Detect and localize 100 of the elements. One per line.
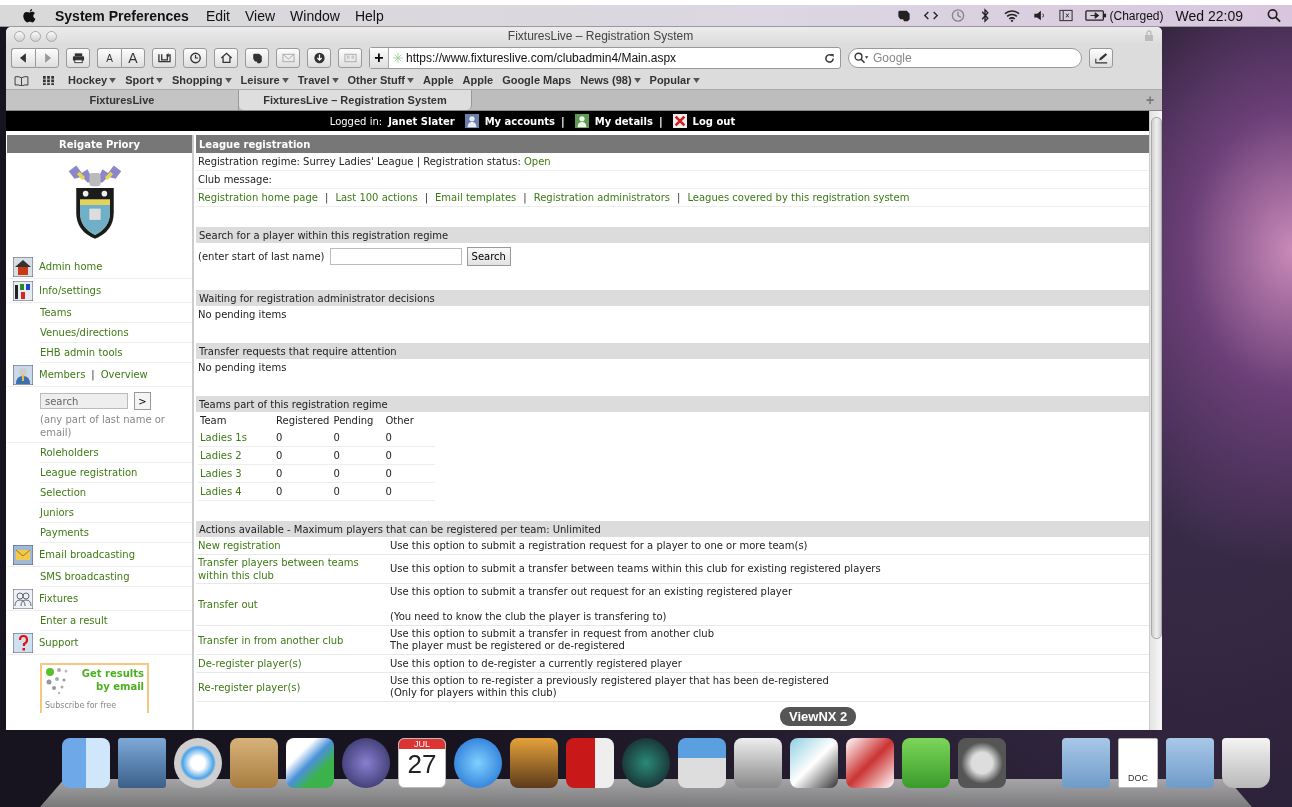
- menu-item[interactable]: Help: [354, 7, 384, 24]
- bookmark-item[interactable]: Google Maps: [502, 74, 572, 86]
- bookmark-item[interactable]: Apple: [462, 74, 494, 86]
- sidebar-link[interactable]: Overview: [100, 369, 148, 380]
- bookmark-item[interactable]: Hockey: [68, 74, 117, 86]
- action-link[interactable]: Transfer players between teams within this club: [198, 556, 388, 582]
- elephant-button[interactable]: [245, 48, 269, 68]
- scrollbar[interactable]: [1149, 111, 1162, 730]
- caret-icon: [331, 77, 339, 83]
- calendar-icon[interactable]: JUL 27: [398, 738, 446, 788]
- team-link[interactable]: Ladies 1s: [198, 429, 274, 447]
- notice-text: No pending items: [198, 309, 287, 320]
- sidebar-link[interactable]: Payments: [40, 527, 89, 538]
- document-icon[interactable]: DOC: [1118, 738, 1158, 788]
- address-field[interactable]: + https://www.fixtureslive.com/clubadmin4/Main.aspx: [369, 47, 841, 69]
- promo-banner[interactable]: Get results by email Subscribe for free: [40, 663, 149, 713]
- table-cell: 0: [383, 429, 436, 447]
- sidebar-link[interactable]: Fixtures: [39, 593, 79, 604]
- clock[interactable]: Wed 22:09: [1175, 7, 1243, 24]
- bookmark-item[interactable]: Apple: [423, 74, 454, 86]
- search-go-button[interactable]: >: [134, 392, 151, 410]
- sidebar-link[interactable]: EHB admin tools: [40, 347, 123, 358]
- registration-link[interactable]: Last 100 actions: [335, 192, 418, 203]
- bookmark-item[interactable]: Shopping: [171, 74, 232, 86]
- sidebar-link[interactable]: Selection: [40, 487, 87, 498]
- registration-link[interactable]: Email templates: [435, 192, 517, 203]
- team-link[interactable]: Ladies 4: [198, 482, 274, 501]
- home-icon: [219, 52, 233, 64]
- page-heading: League registration: [196, 135, 1149, 153]
- action-link[interactable]: De-register player(s): [198, 657, 302, 670]
- bookmark-item[interactable]: Other Stuff: [347, 74, 414, 86]
- add-bookmark-button[interactable]: [152, 48, 176, 68]
- section-header: Teams part of this registration regime: [196, 396, 1149, 412]
- action-description: Use this option to submit a transfer out request for an existing registered player: [390, 586, 794, 598]
- home-button[interactable]: [214, 48, 238, 68]
- bookmark-item[interactable]: Travel: [297, 74, 339, 86]
- battery-status: (Charged): [1109, 8, 1164, 23]
- battery-icon[interactable]: [1084, 8, 1107, 23]
- search-button[interactable]: Search: [466, 247, 511, 266]
- input-menu-icon[interactable]: [1057, 8, 1074, 23]
- bookmark-item[interactable]: Popular: [649, 74, 700, 86]
- history-button[interactable]: [183, 48, 207, 68]
- back-button[interactable]: [11, 48, 35, 68]
- team-link[interactable]: Ladies 2: [198, 446, 274, 465]
- action-link[interactable]: Transfer out: [198, 598, 258, 611]
- apple-icon[interactable]: [22, 7, 37, 24]
- person-icon: [574, 114, 589, 128]
- sidebar-link[interactable]: Email broadcasting: [39, 549, 135, 560]
- search-field[interactable]: Google: [848, 48, 1082, 68]
- download-button[interactable]: [307, 48, 331, 68]
- sidebar-link[interactable]: Venues/directions: [40, 327, 129, 338]
- top-link[interactable]: Log out: [692, 115, 736, 127]
- menu-item[interactable]: View: [245, 7, 276, 24]
- bookmark-item[interactable]: Leisure: [240, 74, 289, 86]
- reader-button[interactable]: [338, 48, 362, 68]
- sidebar-link[interactable]: Enter a result: [40, 615, 108, 626]
- search-hint: (any part of last name or email): [40, 413, 166, 439]
- menu-item[interactable]: Edit: [205, 7, 230, 24]
- player-search-field[interactable]: [329, 248, 462, 265]
- print-button[interactable]: [66, 48, 90, 68]
- mail-button[interactable]: [276, 48, 300, 68]
- search-icon[interactable]: [1266, 8, 1282, 23]
- registration-link[interactable]: Registration home page: [198, 192, 318, 203]
- sidebar-link[interactable]: Teams: [40, 307, 72, 318]
- action-description: Use this option to de-register a currently registered player: [390, 657, 683, 670]
- add-button[interactable]: +: [370, 48, 389, 68]
- grid-icon[interactable]: [41, 74, 56, 86]
- text-smaller-button[interactable]: A: [97, 48, 121, 68]
- menu-item[interactable]: Window: [290, 7, 340, 24]
- action-description: Use this option to submit a transfer in request from another club The player must be registered or de-registered: [390, 628, 715, 652]
- sidebar-link[interactable]: Info/settings: [39, 285, 102, 296]
- wifi-icon[interactable]: [1003, 8, 1020, 23]
- edit-button[interactable]: [1089, 48, 1113, 68]
- search-hint: (enter start of last name): [198, 251, 325, 262]
- browser-tab[interactable]: FixturesLive: [6, 90, 239, 110]
- caret-icon: [155, 77, 163, 83]
- team-link[interactable]: Ladies 3: [198, 464, 274, 483]
- browser-tab[interactable]: FixturesLive – Registration System: [239, 90, 472, 110]
- sidebar-link[interactable]: Roleholders: [40, 447, 99, 458]
- sidebar-link[interactable]: Support: [39, 637, 79, 648]
- sidebar-link[interactable]: Members: [39, 369, 86, 380]
- app-menu[interactable]: System Preferences: [55, 7, 189, 24]
- bookmark-item[interactable]: Sport: [125, 74, 163, 86]
- sidebar-link[interactable]: SMS broadcasting: [40, 571, 130, 582]
- envelope-icon: [281, 52, 295, 64]
- top-link[interactable]: My details: [594, 115, 653, 127]
- registration-link[interactable]: Registration administrators: [533, 192, 670, 203]
- sidebar-link[interactable]: Admin home: [39, 261, 103, 272]
- sidebar-link[interactable]: Juniors: [40, 507, 74, 518]
- reload-icon[interactable]: [824, 52, 835, 64]
- sidebar-link[interactable]: League registration: [40, 467, 138, 478]
- text-bigger-button[interactable]: A: [121, 48, 145, 68]
- book-icon[interactable]: [14, 74, 29, 86]
- top-link[interactable]: My accounts: [484, 115, 556, 127]
- member-search-field[interactable]: search: [40, 393, 128, 409]
- action-link[interactable]: Re-register player(s): [198, 680, 301, 694]
- bookmark-item[interactable]: News (98): [580, 74, 641, 86]
- action-link[interactable]: New registration: [198, 539, 281, 552]
- registration-link[interactable]: Leagues covered by this registration system: [687, 192, 910, 203]
- action-link[interactable]: Transfer in from another club: [198, 633, 344, 647]
